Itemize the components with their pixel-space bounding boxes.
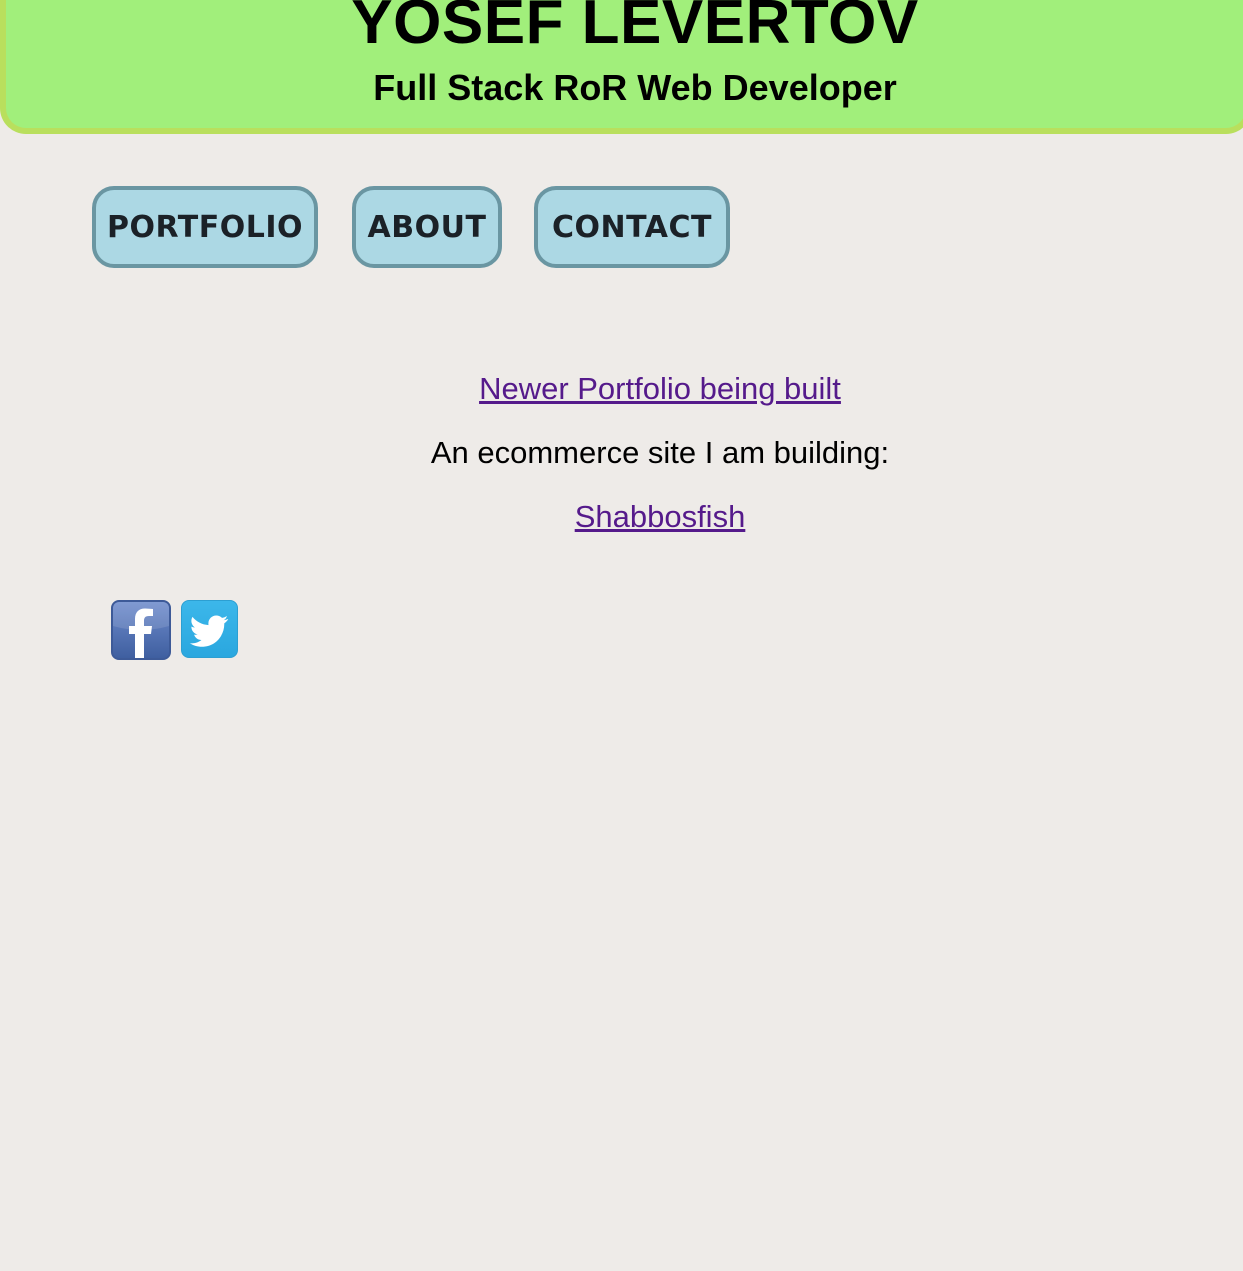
newer-portfolio-link[interactable]: Newer Portfolio being built xyxy=(479,371,841,406)
site-subtitle: Full Stack RoR Web Developer xyxy=(373,67,897,108)
shabbosfish-link[interactable]: Shabbosfish xyxy=(575,499,746,534)
ecommerce-text: An ecommerce site I am building: xyxy=(430,435,890,470)
facebook-icon[interactable] xyxy=(111,600,171,660)
portfolio-link-row: Newer Portfolio being built xyxy=(0,371,1243,407)
site-header: YOSEF LEVERTOV Full Stack RoR Web Develo… xyxy=(0,0,1243,134)
shop-link-row: Shabbosfish xyxy=(0,499,1243,535)
nav-contact-button[interactable]: CONTACT xyxy=(534,186,730,268)
nav-about-button[interactable]: ABOUT xyxy=(352,186,502,268)
site-title: YOSEF LEVERTOV xyxy=(351,0,919,57)
twitter-icon[interactable] xyxy=(181,600,238,658)
nav-portfolio-button[interactable]: PORTFOLIO xyxy=(92,186,318,268)
